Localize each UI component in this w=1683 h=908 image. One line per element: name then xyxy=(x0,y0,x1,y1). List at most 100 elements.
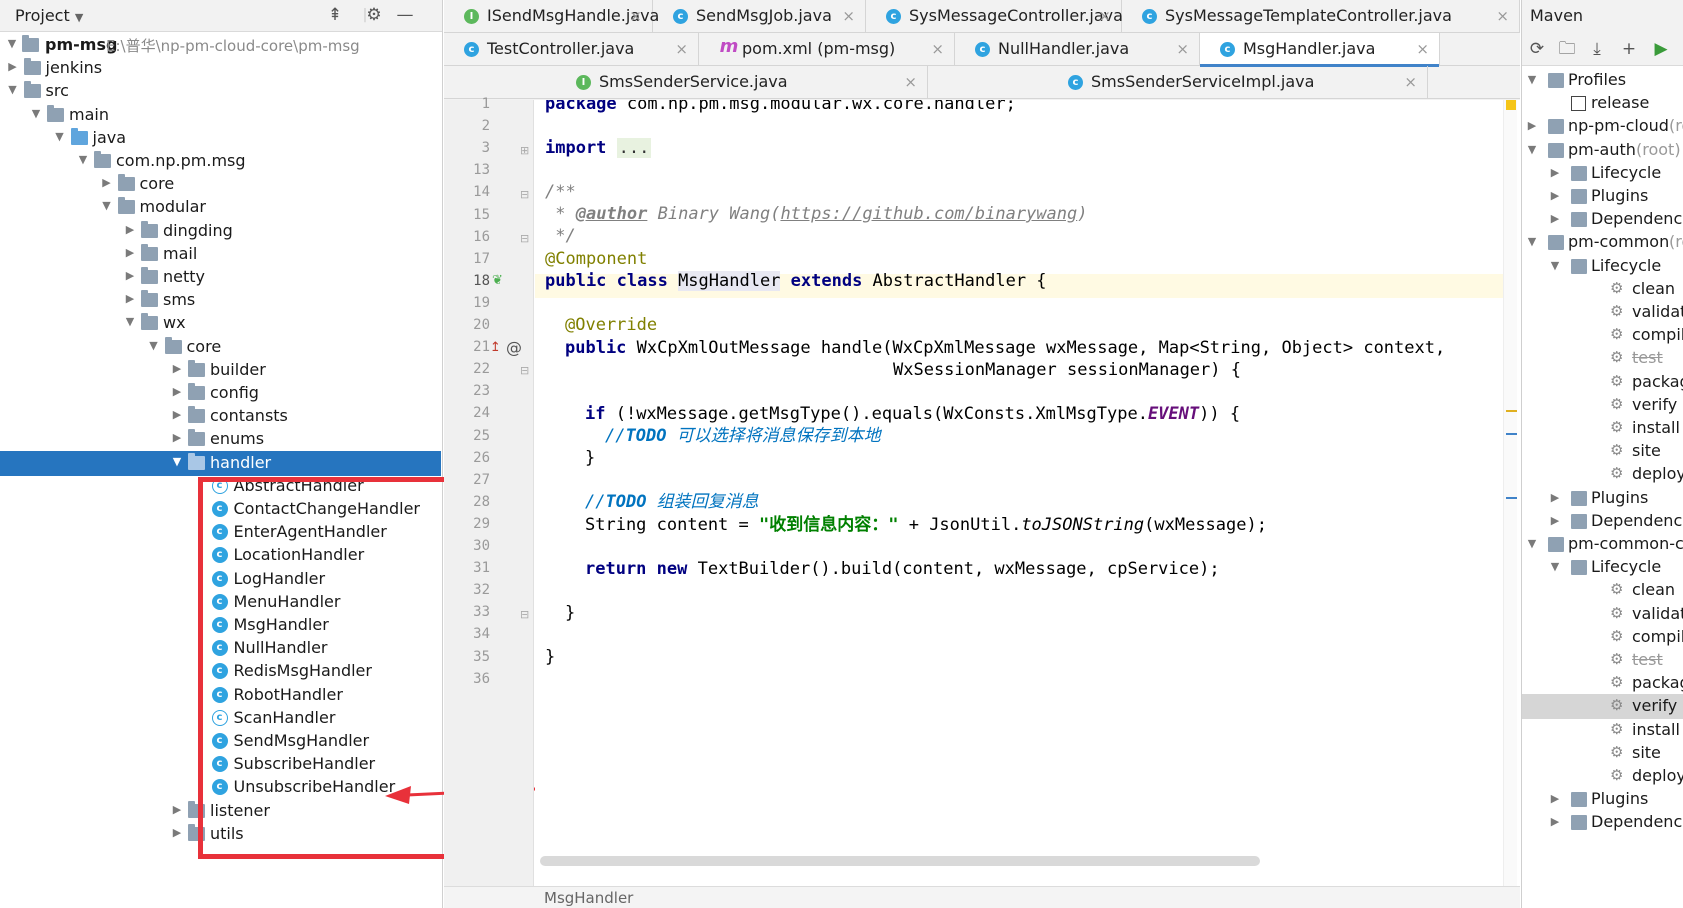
tree-item[interactable]: ▼ src xyxy=(0,79,443,104)
maven-tree-item[interactable]: ⚙ verify xyxy=(1522,694,1683,720)
maven-tree-item[interactable]: ▼ Profiles xyxy=(1522,68,1683,93)
close-icon[interactable]: × xyxy=(675,40,688,58)
chevron-right-icon[interactable]: ▶ xyxy=(171,826,183,840)
inspection-status-icon[interactable] xyxy=(1506,100,1516,110)
fold-icon[interactable]: ⊟ xyxy=(520,232,529,245)
tree-item[interactable]: ▼ core xyxy=(0,335,443,360)
chevron-down-icon[interactable]: ▼ xyxy=(171,455,183,469)
maven-tree-item[interactable]: ▶ Dependencies xyxy=(1522,509,1683,534)
fold-icon[interactable]: ⊟ xyxy=(520,608,529,621)
tree-item[interactable]: ▶ contansts xyxy=(0,404,443,429)
editor-tab[interactable]: m pom.xml (pm-msg) × xyxy=(699,33,955,66)
tree-item[interactable]: ▶ dingding xyxy=(0,219,443,244)
tree-item[interactable]: ▶ builder xyxy=(0,358,443,383)
close-icon[interactable]: × xyxy=(1176,40,1189,58)
maven-tree-item[interactable]: ⚙ package xyxy=(1522,370,1683,395)
chevron-down-icon[interactable]: ▼ xyxy=(1526,537,1538,551)
chevron-down-icon[interactable]: ▼ xyxy=(124,315,136,329)
chevron-right-icon[interactable]: ▶ xyxy=(171,362,183,376)
chevron-right-icon[interactable]: ▶ xyxy=(1549,815,1561,829)
close-icon[interactable]: × xyxy=(629,7,642,25)
maven-tree-item[interactable]: ⚙ clean xyxy=(1522,277,1683,302)
chevron-right-icon[interactable]: ▶ xyxy=(171,431,183,445)
chevron-right-icon[interactable]: ▶ xyxy=(124,269,136,283)
maven-tree-item[interactable]: ⚙ site xyxy=(1522,741,1683,766)
horizontal-scrollbar[interactable] xyxy=(540,856,1260,866)
editor-tab[interactable]: c SmsSenderServiceImpl.java × xyxy=(928,66,1428,99)
maven-tree-item[interactable]: ⚙ site xyxy=(1522,439,1683,464)
download-icon[interactable]: ⤓ xyxy=(1586,38,1608,60)
chevron-right-icon[interactable]: ▶ xyxy=(124,223,136,237)
close-icon[interactable]: × xyxy=(1416,40,1429,58)
chevron-right-icon[interactable]: ▶ xyxy=(171,803,183,817)
editor-tab[interactable]: c SysMessageController.java × xyxy=(866,0,1123,33)
chevron-right-icon[interactable]: ▶ xyxy=(1526,119,1538,133)
close-icon[interactable]: × xyxy=(904,73,917,91)
tree-item[interactable]: ▶ config xyxy=(0,381,443,406)
chevron-down-icon[interactable]: ▼ xyxy=(148,339,160,353)
maven-tree-item[interactable]: ⚙ test xyxy=(1522,346,1683,371)
tree-item[interactable]: ▼ main xyxy=(0,103,443,128)
chevron-down-icon[interactable]: ▼ xyxy=(1549,259,1561,273)
override-icon[interactable]: ↥ xyxy=(490,340,501,355)
chevron-right-icon[interactable]: ▶ xyxy=(1549,491,1561,505)
stripe-mark[interactable] xyxy=(1506,433,1517,435)
tree-item[interactable]: ▼ modular xyxy=(0,195,443,220)
editor-tab[interactable]: c TestController.java × xyxy=(444,33,699,66)
maven-tree-item[interactable]: ▶ np-pm-cloud (root) xyxy=(1522,114,1683,139)
hide-panel-icon[interactable]: — xyxy=(394,4,416,26)
maven-tree-item[interactable]: ⚙ deploy xyxy=(1522,462,1683,487)
maven-tree-item[interactable]: ⚙ compile xyxy=(1522,323,1683,348)
folded-imports[interactable]: ... xyxy=(616,138,652,158)
maven-tree-item[interactable]: ⚙ validate xyxy=(1522,602,1683,627)
tree-item[interactable]: ▼ java xyxy=(0,126,443,151)
maven-tree-item[interactable]: ▶ Lifecycle xyxy=(1522,161,1683,186)
annotation-icon[interactable]: @ xyxy=(506,338,522,357)
chevron-down-icon[interactable]: ▼ xyxy=(30,107,42,121)
chevron-right-icon[interactable]: ▶ xyxy=(1549,212,1561,226)
refresh-icon[interactable]: ⟳ xyxy=(1526,38,1548,60)
tree-item[interactable]: ▼ com.np.pm.msg xyxy=(0,149,443,174)
chevron-right-icon[interactable]: ▶ xyxy=(1549,189,1561,203)
maven-tree-item[interactable]: ▼ pm-common (root) xyxy=(1522,230,1683,255)
tree-item[interactable]: ▼ handler xyxy=(0,450,441,476)
tree-item[interactable]: ▼ wx xyxy=(0,311,443,336)
spring-bean-icon[interactable]: ❦ xyxy=(492,273,503,288)
tree-root-pm-msg[interactable]: ▼ pm-msg E:\普华\np-pm-cloud-core\pm-msg xyxy=(0,33,443,58)
chevron-right-icon[interactable]: ▶ xyxy=(1549,514,1561,528)
chevron-down-icon[interactable]: ▼ xyxy=(1526,235,1538,249)
chevron-right-icon[interactable]: ▶ xyxy=(124,246,136,260)
maven-tree-item[interactable]: ▶ Dependencies xyxy=(1522,207,1683,232)
maven-tree-item[interactable]: ▶ Plugins xyxy=(1522,486,1683,511)
close-icon[interactable]: × xyxy=(931,40,944,58)
editor-tab[interactable]: c SysMessageTemplateController.java × xyxy=(1122,0,1520,33)
tree-item[interactable]: ▶ sms xyxy=(0,288,443,313)
tree-item[interactable]: ▶ jenkins xyxy=(0,56,443,81)
maven-tree-item[interactable]: ▼ pm-common-core xyxy=(1522,532,1683,557)
fold-icon[interactable]: ⊟ xyxy=(520,188,529,201)
plus-icon[interactable]: + xyxy=(1618,38,1640,60)
maven-tree-item[interactable]: ⚙ validate xyxy=(1522,300,1683,325)
maven-tree-item[interactable]: ▶ Dependencies xyxy=(1522,810,1683,835)
chevron-right-icon[interactable]: ▶ xyxy=(7,60,19,74)
project-view-selector[interactable]: Project ▼ xyxy=(15,6,83,25)
fold-icon[interactable]: ⊞ xyxy=(520,144,529,157)
maven-tree-item[interactable]: ▼ Lifecycle xyxy=(1522,555,1683,580)
gear-icon[interactable]: ⚙ xyxy=(363,4,385,26)
chevron-right-icon[interactable]: ▶ xyxy=(101,176,113,190)
tree-item[interactable]: ▶ mail xyxy=(0,242,443,267)
chevron-down-icon[interactable]: ▼ xyxy=(54,130,66,144)
error-stripe[interactable] xyxy=(1503,100,1517,886)
maven-tree-item[interactable]: ⚙ package xyxy=(1522,671,1683,696)
checkbox-icon[interactable] xyxy=(1571,96,1586,112)
editor-tab[interactable]: c NullHandler.java × xyxy=(955,33,1200,66)
tree-item[interactable]: ▶ netty xyxy=(0,265,443,290)
editor-tab[interactable]: c SendMsgJob.java × xyxy=(653,0,866,33)
maven-tree-item[interactable]: ⚙ compile xyxy=(1522,625,1683,650)
github-link[interactable]: https://github.com/binarywang xyxy=(780,204,1077,224)
maven-tree-item[interactable]: ⚙ test xyxy=(1522,648,1683,673)
chevron-down-icon[interactable]: ▼ xyxy=(101,199,113,213)
chevron-down-icon[interactable]: ▼ xyxy=(1526,143,1538,157)
close-icon[interactable]: × xyxy=(1496,7,1509,25)
close-icon[interactable]: × xyxy=(1404,73,1417,91)
